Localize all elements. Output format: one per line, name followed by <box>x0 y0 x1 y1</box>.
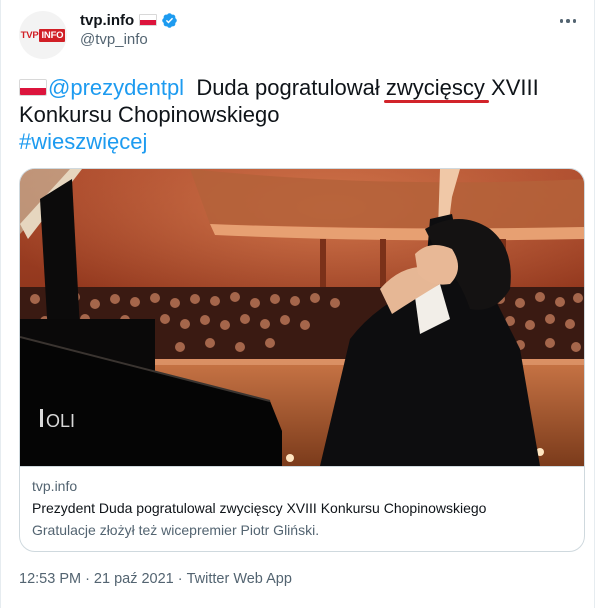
hashtag-link[interactable]: #wieszwięcej <box>19 129 147 154</box>
tweet-source-app[interactable]: Twitter Web App <box>187 571 292 587</box>
link-preview-card[interactable]: OLI tvp.info Prezydent Duda pogratulowal… <box>19 168 585 552</box>
logo-text-right: INFO <box>39 28 66 42</box>
tweet-text-before: Duda pogratulował <box>196 75 386 100</box>
tweet-text: @prezydentpl Duda pogratulował zwycięscy… <box>19 74 579 155</box>
more-options-icon[interactable] <box>556 14 580 28</box>
highlighted-word: zwycięscy <box>383 75 489 103</box>
card-title: Prezydent Duda pogratulowal zwycięscy XV… <box>32 500 487 516</box>
tweet: TVP INFO tvp.info @tvp_info @prezydentpl… <box>0 0 595 608</box>
author-handle[interactable]: @tvp_info <box>80 31 148 48</box>
meta-separator: · <box>85 571 90 587</box>
tweet-time[interactable]: 12:53 PM <box>19 571 81 587</box>
logo-text-left: TVP <box>20 29 39 41</box>
pianist-photo: OLI <box>20 169 584 466</box>
tweet-text-line-2: Konkursu Chopinowskiego <box>19 102 280 127</box>
card-domain: tvp.info <box>32 478 78 494</box>
poland-flag-icon <box>139 14 158 26</box>
verified-badge-icon <box>162 12 177 28</box>
tweet-meta: 12:53 PM · 21 paź 2021 · Twitter Web App <box>19 571 292 587</box>
tweet-text-after: XVIII <box>484 75 539 100</box>
avatar[interactable]: TVP INFO <box>19 11 67 59</box>
tweet-date[interactable]: 21 paź 2021 <box>94 571 174 587</box>
meta-separator: · <box>177 571 183 587</box>
tweet-text-line-1: @prezydentpl Duda pogratulował zwycięscy… <box>19 74 579 103</box>
card-body[interactable]: tvp.info Prezydent Duda pogratulowal zwy… <box>20 466 584 551</box>
tvp-info-logo: TVP INFO <box>20 28 66 42</box>
author-display-name[interactable]: tvp.info <box>80 12 134 29</box>
mention-link[interactable]: @prezydentpl <box>48 75 184 100</box>
card-image[interactable]: OLI <box>20 169 584 466</box>
poland-flag-icon <box>19 79 47 96</box>
piano-brand-watermark: OLI <box>46 411 75 431</box>
author-name-row: tvp.info <box>80 10 178 30</box>
card-description: Gratulacje złożył też wicepremier Piotr … <box>32 522 320 538</box>
